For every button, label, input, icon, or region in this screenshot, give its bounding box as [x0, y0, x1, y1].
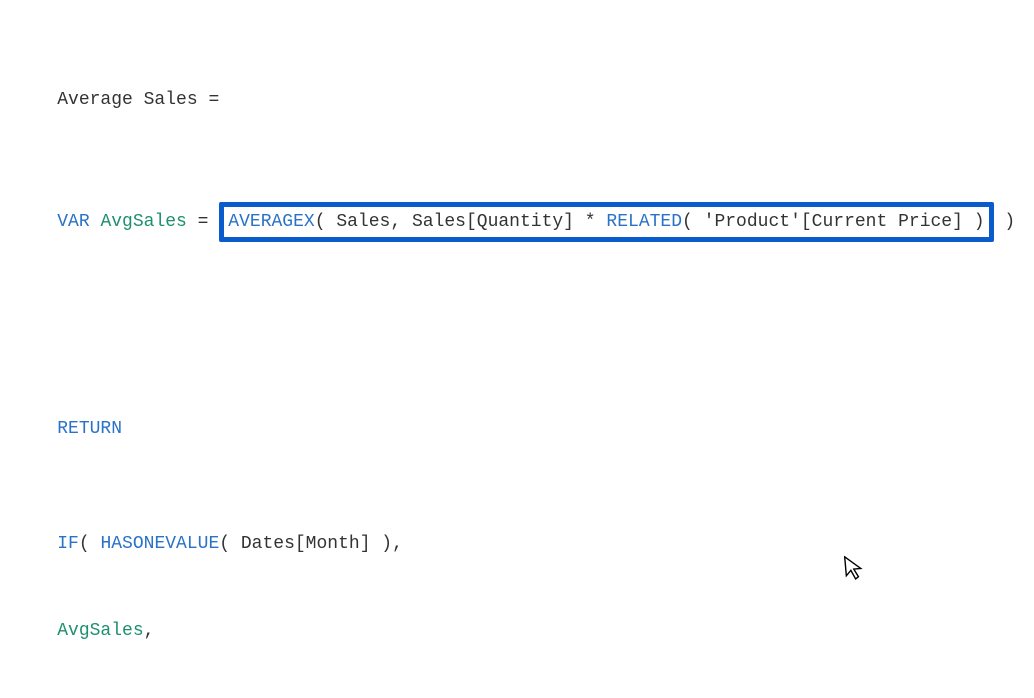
quantity-column: Sales[Quantity]	[412, 212, 574, 232]
sales-table: Sales	[336, 212, 390, 232]
formula-highlight-box: AVERAGEX( Sales, Sales[Quantity] * RELAT…	[219, 202, 993, 243]
star-operator: *	[585, 212, 596, 232]
measure-name: Average Sales	[57, 90, 197, 110]
dax-formula-editor[interactable]: Average Sales = VAR AvgSales = AVERAGEX(…	[0, 0, 1034, 698]
var-keyword: VAR	[57, 212, 89, 232]
averagex-func: AVERAGEX	[228, 212, 314, 232]
equals-sign: =	[198, 212, 209, 232]
product-price-column: 'Product'[Current Price]	[704, 212, 963, 232]
if-func: IF	[57, 534, 79, 554]
var-name: AvgSales	[100, 212, 186, 232]
dates-month-column: Dates[Month]	[241, 534, 371, 554]
return-keyword: RETURN	[57, 419, 122, 439]
hasonevalue-func: HASONEVALUE	[100, 534, 219, 554]
avgsales-ref: AvgSales	[57, 621, 143, 641]
equals-sign: =	[208, 90, 219, 110]
mouse-cursor-icon	[844, 554, 867, 589]
related-func: RELATED	[606, 212, 682, 232]
